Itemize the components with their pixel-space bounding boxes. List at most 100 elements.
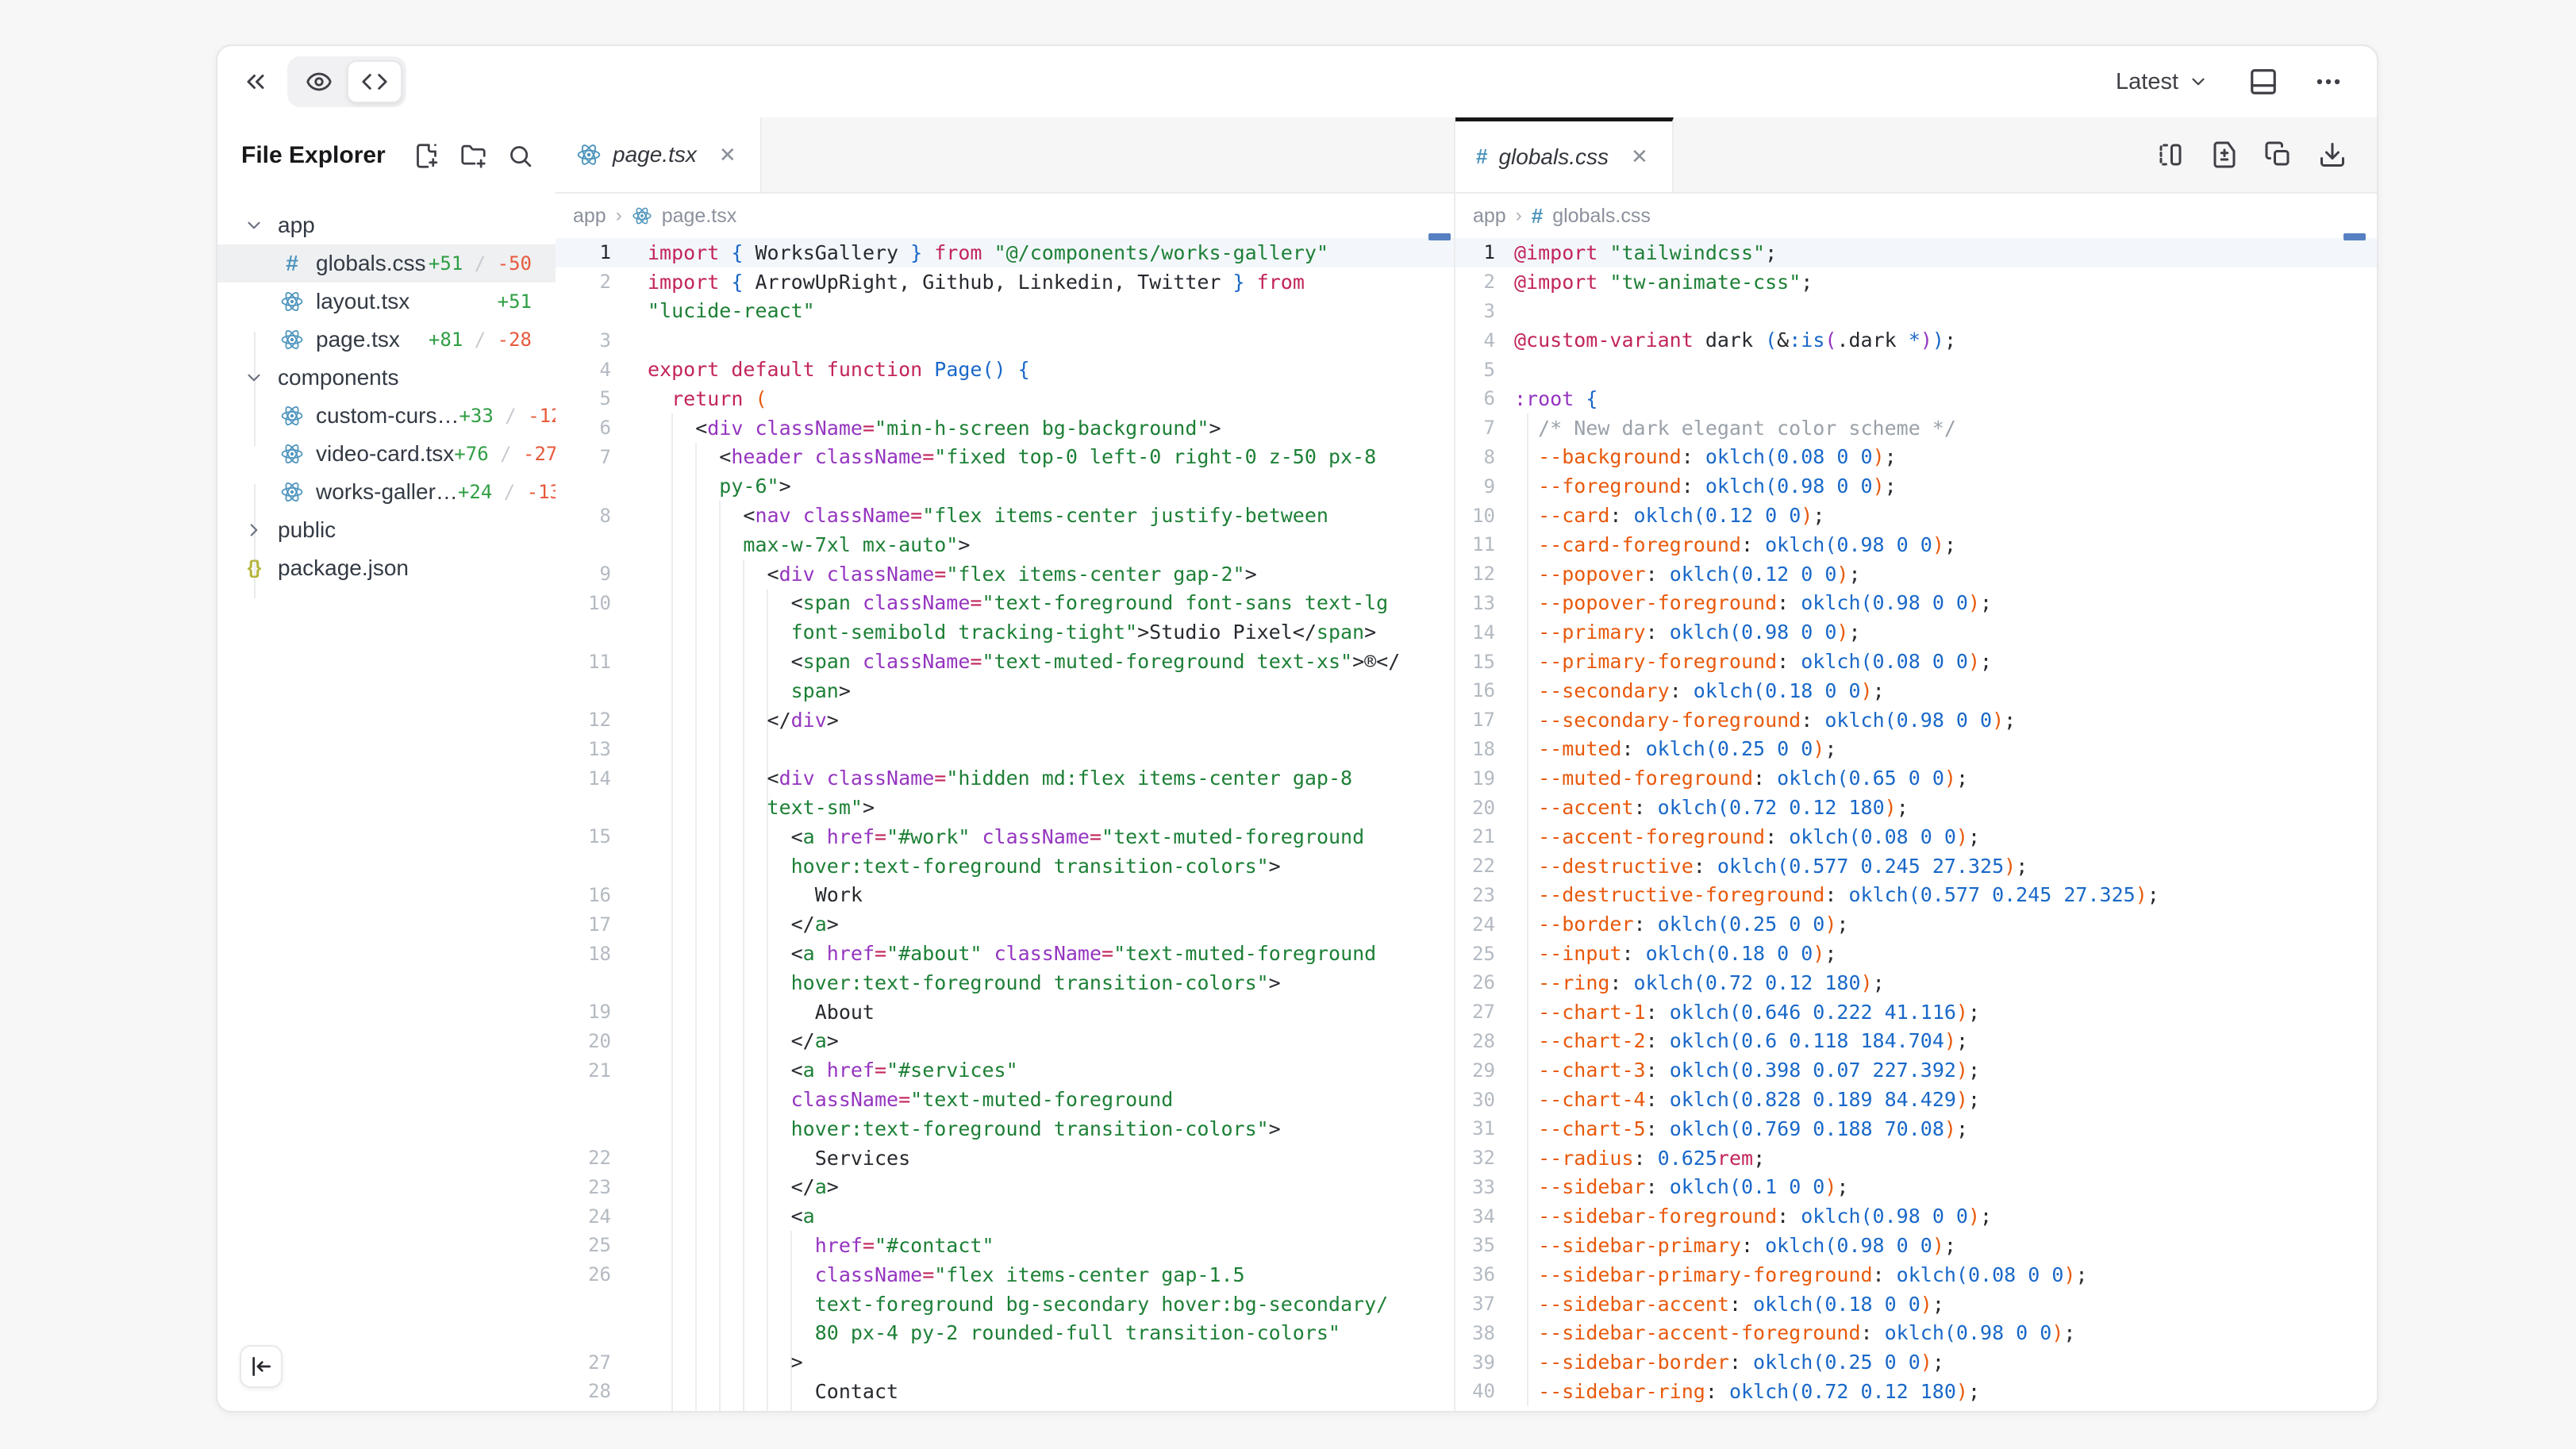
code-line: 40 --sidebar-ring: oklch(0.72 0.12 180); — [1455, 1377, 2377, 1406]
new-folder-button[interactable] — [460, 143, 486, 169]
file-tree-item-custom-curs[interactable]: custom-curs…+33 / -12 — [217, 397, 556, 435]
file-tree: app#globals.css+51 / -50layout.tsx+51pag… — [217, 206, 556, 587]
line-number: 13 — [1455, 592, 1495, 614]
line-number: 28 — [556, 1380, 611, 1402]
code-line: 28 --chart-2: oklch(0.6 0.118 184.704); — [1455, 1027, 2377, 1056]
scrollbar-thumb[interactable] — [2343, 233, 2366, 240]
diff-counts: +51 — [498, 290, 532, 313]
code-line: 29 --chart-3: oklch(0.398 0.07 227.392); — [1455, 1055, 2377, 1085]
code-line: 17 --secondary-foreground: oklch(0.98 0 … — [1455, 705, 2377, 735]
code-line: 25 href="#contact" — [556, 1231, 1454, 1260]
code-line: 21 <a href="#services" — [556, 1055, 1454, 1085]
new-file-button[interactable] — [413, 143, 440, 169]
line-number: 7 — [556, 446, 611, 468]
collapse-sidebar-button[interactable] — [240, 1345, 283, 1388]
line-number: 3 — [1455, 300, 1495, 322]
code-line: hover:text-foreground transition-colors"… — [556, 851, 1454, 881]
file-tree-item-layout-tsx[interactable]: layout.tsx+51 — [217, 282, 556, 321]
search-icon — [507, 143, 533, 169]
line-number: 38 — [1455, 1322, 1495, 1344]
close-tab-button[interactable]: ✕ — [714, 142, 741, 168]
file-tree-item-page-tsx[interactable]: page.tsx+81 / -28 — [217, 321, 556, 359]
line-number: 6 — [1455, 387, 1495, 409]
line-number: 33 — [1455, 1176, 1495, 1198]
breadcrumb: app › page.tsx — [556, 194, 1454, 238]
panel-bottom-button[interactable] — [2248, 67, 2278, 97]
chevrons-left-icon — [241, 67, 270, 96]
code-area[interactable]: 1import { WorksGallery } from "@/compone… — [556, 238, 1454, 1412]
breadcrumb-root: app — [573, 205, 606, 228]
file-explorer-actions — [413, 143, 533, 169]
line-number: 5 — [1455, 359, 1495, 381]
download-button[interactable] — [2318, 140, 2347, 169]
line-number: 26 — [1455, 971, 1495, 994]
line-number: 15 — [556, 825, 611, 847]
copy-button[interactable] — [2264, 140, 2293, 169]
code-line: 13 --popover-foreground: oklch(0.98 0 0)… — [1455, 589, 2377, 618]
code-line: 17 </a> — [556, 909, 1454, 939]
code-line: 8 <nav className="flex items-center just… — [556, 501, 1454, 530]
tab-label: page.tsx — [613, 142, 697, 167]
collapse-panel-button[interactable] — [241, 67, 270, 96]
top-toolbar: Latest — [217, 46, 2377, 119]
chevron-right-icon: › — [616, 205, 622, 227]
react-icon — [280, 442, 304, 466]
code-line: 4@custom-variant dark (&:is(.dark *)); — [1455, 325, 2377, 355]
file-tree-item-works-galler[interactable]: works-galler…+24 / -13 — [217, 473, 556, 511]
line-number: 21 — [556, 1059, 611, 1082]
file-tree-item-globals-css[interactable]: #globals.css+51 / -50 — [217, 244, 556, 282]
line-number: 18 — [1455, 738, 1495, 760]
panel-bottom-icon — [2248, 67, 2278, 97]
code-line: 27 > — [556, 1347, 1454, 1377]
code-line: 7 <header className="fixed top-0 left-0 … — [556, 443, 1454, 472]
css-hash-icon: # — [286, 251, 298, 276]
tab-label: globals.css — [1498, 144, 1609, 170]
line-number: 25 — [556, 1234, 611, 1256]
diff-counts: +51 / -50 — [429, 252, 532, 275]
line-number: 4 — [1455, 329, 1495, 352]
scrollbar-thumb[interactable] — [1428, 233, 1451, 240]
line-number: 14 — [556, 767, 611, 790]
search-files-button[interactable] — [507, 143, 533, 169]
code-line: 28 Contact — [556, 1377, 1454, 1406]
file-diff-button[interactable] — [2210, 140, 2239, 169]
file-name: video-card.tsx — [316, 441, 454, 467]
file-tree-item-video-card-tsx[interactable]: video-card.tsx+76 / -27 — [217, 435, 556, 473]
code-line: 12 </div> — [556, 705, 1454, 735]
line-number: 11 — [556, 651, 611, 673]
line-number: 8 — [1455, 446, 1495, 468]
line-number: 17 — [1455, 709, 1495, 731]
line-number: 27 — [556, 1351, 611, 1374]
file-tree-item-public[interactable]: public — [217, 511, 556, 549]
code-line: 24 --border: oklch(0.25 0 0); — [1455, 909, 2377, 939]
close-tab-button[interactable]: ✕ — [1626, 144, 1653, 170]
code-line: 2@import "tw-animate-css"; — [1455, 267, 2377, 297]
diff-counts: +76 / -27 — [454, 443, 557, 465]
tab-page-tsx[interactable]: page.tsx ✕ — [556, 117, 762, 192]
react-icon — [280, 328, 304, 352]
close-icon: ✕ — [1631, 144, 1648, 168]
code-area[interactable]: 1@import "tailwindcss";2@import "tw-anim… — [1455, 238, 2377, 1412]
line-number: 6 — [556, 417, 611, 439]
file-explorer-title: File Explorer — [241, 142, 386, 169]
line-number: 12 — [1455, 563, 1495, 585]
code-toggle-button[interactable] — [347, 60, 402, 103]
line-number: 16 — [556, 884, 611, 906]
code-line: 15 --primary-foreground: oklch(0.08 0 0)… — [1455, 647, 2377, 676]
tab-globals-css[interactable]: # globals.css ✕ — [1455, 117, 1674, 192]
preview-toggle-button[interactable] — [291, 60, 347, 103]
file-tree-item-app[interactable]: app — [217, 206, 556, 244]
split-view-button[interactable] — [2156, 140, 2185, 169]
line-number: 10 — [556, 592, 611, 614]
line-number: 29 — [556, 1409, 611, 1412]
split-view-icon — [2156, 140, 2185, 169]
file-name: page.tsx — [316, 327, 400, 352]
version-label: Latest — [2116, 69, 2178, 95]
code-line: 16 Work — [556, 881, 1454, 910]
code-line: 30 --chart-4: oklch(0.828 0.189 84.429); — [1455, 1085, 2377, 1114]
file-tree-item-components[interactable]: components — [217, 359, 556, 397]
more-options-button[interactable] — [2313, 67, 2343, 97]
file-tree-item-package-json[interactable]: {}package.json — [217, 549, 556, 587]
line-number: 10 — [1455, 505, 1495, 527]
version-selector[interactable]: Latest — [2111, 68, 2213, 96]
